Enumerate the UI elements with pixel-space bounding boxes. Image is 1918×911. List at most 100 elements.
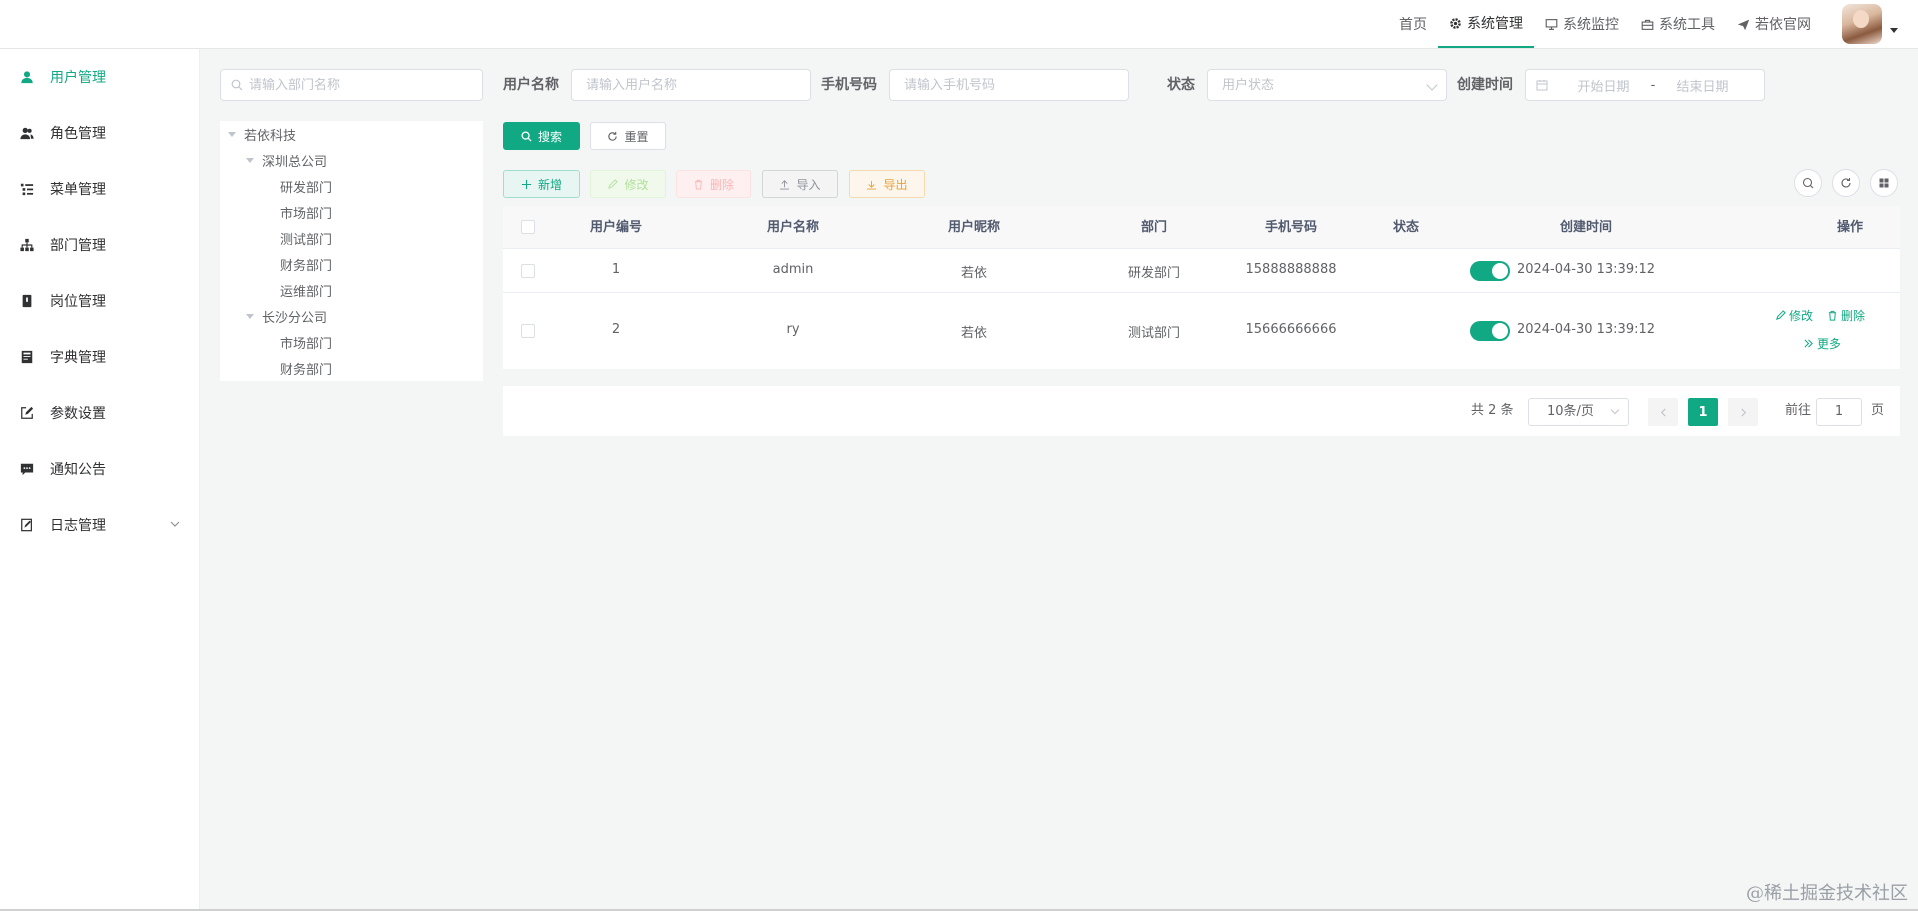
sidebar-item-role[interactable]: 角色管理 (0, 105, 200, 161)
status-select-input[interactable] (1208, 77, 1446, 93)
dict-icon (21, 350, 33, 364)
created-time-label: 创建时间 (1457, 77, 1513, 93)
end-date-input[interactable]: 结束日期 (1665, 76, 1740, 95)
select-all-checkbox[interactable] (521, 220, 535, 234)
topmenu-website[interactable]: 若依官网 (1726, 0, 1822, 48)
monitor-icon (1545, 18, 1558, 30)
status-select[interactable] (1207, 69, 1447, 101)
refresh-button[interactable] (1832, 169, 1860, 197)
user-avatar-dropdown[interactable] (1842, 4, 1902, 44)
search-icon (231, 79, 243, 91)
phone-input[interactable] (890, 77, 1128, 93)
table-row: 2 ry 若依 测试部门 15666666666 2024-04-30 13:3… (503, 293, 1900, 369)
caret-down-icon[interactable] (246, 313, 254, 319)
sidebar-item-label: 部门管理 (50, 238, 106, 254)
tree-node-dept[interactable]: 测试部门 (280, 225, 332, 251)
toggle-search-button[interactable] (1794, 169, 1822, 197)
sidebar-item-log[interactable]: 日志管理 (0, 497, 200, 553)
export-button[interactable]: 导出 (849, 170, 925, 198)
upload-icon (780, 179, 790, 190)
status-switch[interactable] (1470, 321, 1510, 341)
goto-page-input[interactable]: 1 (1816, 398, 1862, 426)
row-checkbox[interactable] (521, 264, 535, 278)
caret-down-icon[interactable] (246, 157, 254, 163)
sidebar-item-post[interactable]: 岗位管理 (0, 273, 200, 329)
gear-icon (1450, 17, 1461, 29)
username-field[interactable] (571, 69, 811, 101)
username-input[interactable] (572, 77, 810, 93)
sidebar-item-label: 参数设置 (50, 406, 106, 422)
cell-username: ry (786, 322, 800, 337)
column-header: 用户名称 (766, 220, 819, 235)
start-date-input[interactable]: 开始日期 (1566, 76, 1641, 95)
topmenu-tools[interactable]: 系统工具 (1630, 0, 1726, 48)
delete-button-label: 删除 (709, 177, 734, 192)
chevron-down-icon (170, 521, 180, 527)
created-date-range[interactable]: 开始日期 - 结束日期 (1525, 69, 1765, 101)
prev-page-button[interactable] (1648, 398, 1678, 426)
add-button[interactable]: 新增 (503, 170, 580, 198)
tree-node-dept[interactable]: 运维部门 (280, 277, 332, 303)
topmenu-system[interactable]: 系统管理 (1438, 0, 1534, 48)
import-button[interactable]: 导入 (762, 170, 838, 198)
tree-node-label: 财务部门 (280, 258, 333, 274)
dept-search-field[interactable] (220, 69, 483, 101)
download-icon (867, 180, 877, 190)
edit-icon (21, 406, 34, 419)
tree-node-changsha[interactable]: 长沙分公司 (246, 303, 327, 329)
row-checkbox[interactable] (521, 324, 535, 338)
topmenu-monitor[interactable]: 系统监控 (1534, 0, 1630, 48)
toolbox-icon (1641, 19, 1654, 30)
tree-node-shenzhen[interactable]: 深圳总公司 (246, 147, 327, 173)
delete-button[interactable]: 删除 (676, 170, 751, 198)
topmenu-label: 系统管理 (1467, 16, 1523, 32)
page-size-select[interactable]: 10条/页 (1528, 398, 1629, 426)
cell-dept: 研发部门 (1127, 266, 1180, 281)
tree-node-label: 测试部门 (280, 232, 333, 248)
sidebar-item-notice[interactable]: 通知公告 (0, 441, 200, 497)
dept-search-input[interactable] (249, 77, 469, 93)
tree-node-label: 深圳总公司 (262, 154, 328, 170)
next-page-button[interactable] (1728, 398, 1758, 426)
sidebar-item-user[interactable]: 用户管理 (0, 49, 200, 105)
row-more-link[interactable]: 更多 (1803, 335, 1841, 352)
column-header: 用户昵称 (947, 220, 1000, 235)
sidebar-item-menu[interactable]: 菜单管理 (0, 161, 200, 217)
cell-phone: 15666666666 (1245, 322, 1337, 337)
sidebar-item-dept[interactable]: 部门管理 (0, 217, 200, 273)
user-table: 用户编号 用户名称 用户昵称 部门 手机号码 状态 创建时间 操作 1 admi… (503, 206, 1900, 369)
edit-button[interactable]: 修改 (590, 170, 666, 198)
tree-node-dept[interactable]: 市场部门 (280, 329, 332, 355)
username-label: 用户名称 (503, 77, 559, 93)
columns-button[interactable] (1870, 169, 1898, 197)
avatar[interactable] (1842, 4, 1882, 44)
message-icon (20, 463, 34, 476)
status-switch[interactable] (1470, 261, 1510, 281)
caret-down-icon (1890, 28, 1898, 33)
tree-node-dept[interactable]: 财务部门 (280, 251, 332, 277)
phone-field[interactable] (889, 69, 1129, 101)
sidebar-item-dict[interactable]: 字典管理 (0, 329, 200, 385)
tree-node-label: 财务部门 (280, 362, 333, 378)
column-header: 操作 (1836, 220, 1863, 235)
tree-node-root[interactable]: 若依科技 (228, 121, 296, 147)
sidebar-item-config[interactable]: 参数设置 (0, 385, 200, 441)
tree-node-dept[interactable]: 市场部门 (280, 199, 332, 225)
tree-node-dept[interactable]: 财务部门 (280, 355, 332, 381)
status-label: 状态 (1167, 77, 1195, 93)
row-edit-link[interactable]: 修改 (1775, 307, 1813, 324)
search-icon (1802, 177, 1814, 189)
row-more-label: 更多 (1817, 337, 1842, 351)
tree-node-label: 研发部门 (280, 180, 333, 196)
log-icon (21, 518, 32, 532)
reset-button[interactable]: 重置 (590, 122, 666, 150)
tree-node-dept[interactable]: 研发部门 (280, 173, 332, 199)
caret-down-icon[interactable] (228, 131, 236, 137)
send-icon (1737, 19, 1750, 30)
topmenu-home[interactable]: 首页 (1388, 0, 1438, 48)
search-button-label: 搜索 (537, 129, 562, 144)
row-delete-link[interactable]: 删除 (1827, 307, 1865, 324)
search-button[interactable]: 搜索 (503, 122, 580, 150)
phone-label: 手机号码 (821, 77, 877, 93)
page-number-button[interactable]: 1 (1688, 398, 1718, 426)
